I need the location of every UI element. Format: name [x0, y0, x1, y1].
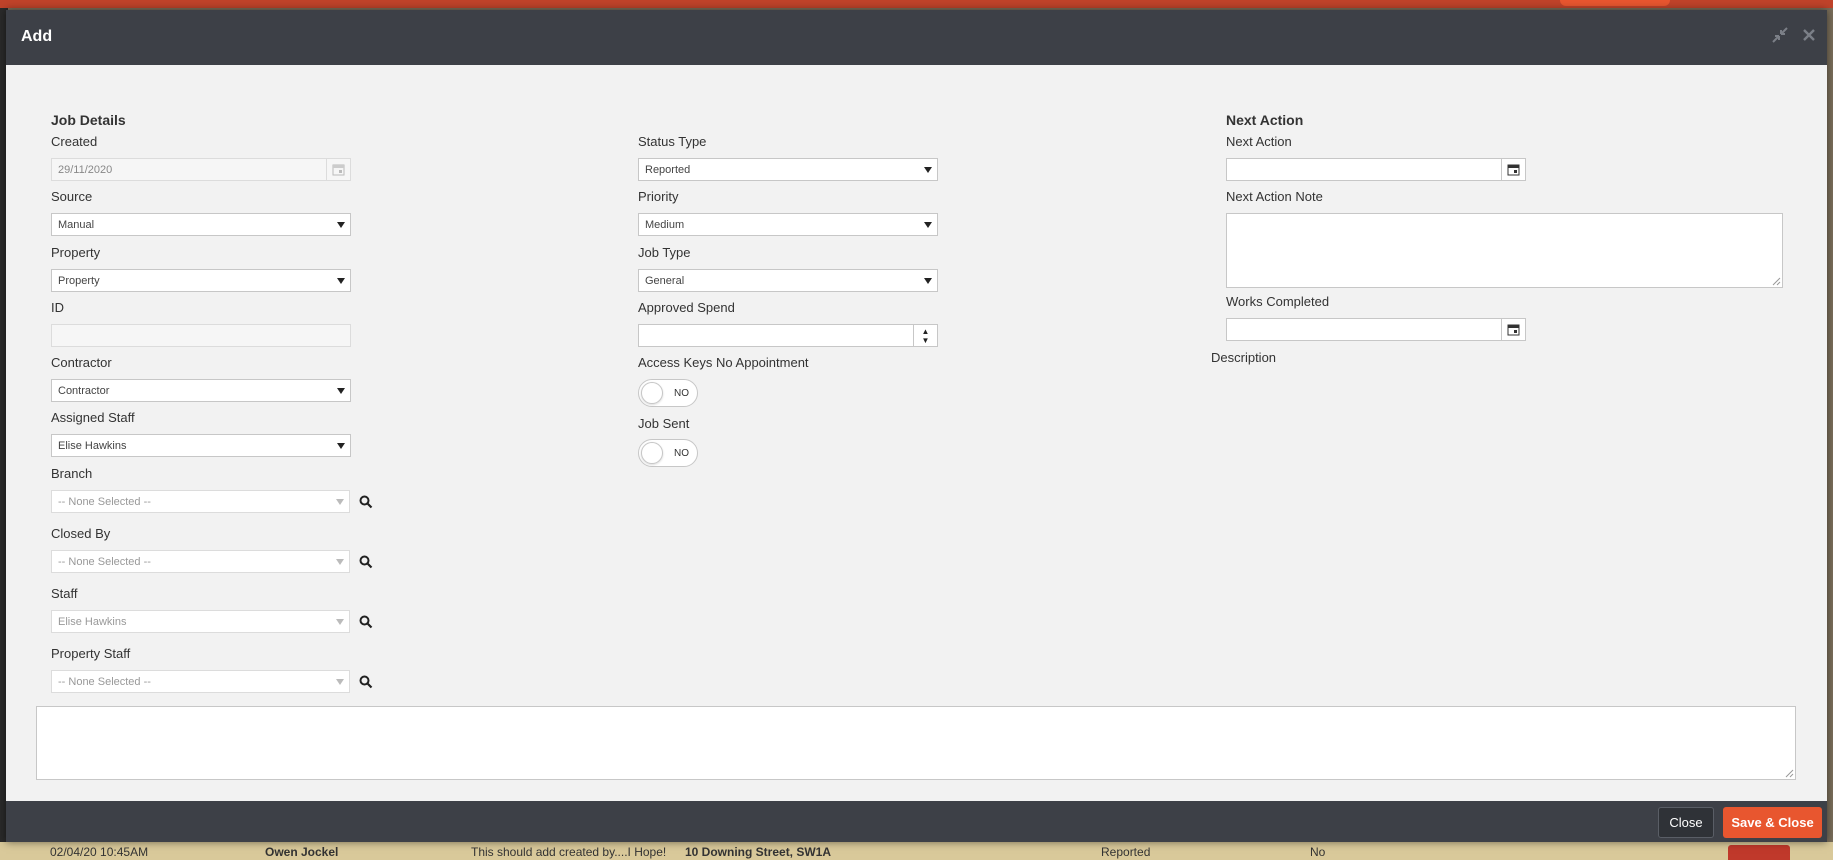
compress-icon[interactable] [1771, 26, 1789, 47]
property-select[interactable]: Property [51, 269, 351, 292]
assigned-staff-value: Elise Hawkins [58, 439, 127, 452]
created-date-field: 29/11/2020 [51, 158, 351, 181]
row-address: 10 Downing Street, SW1A [685, 845, 832, 859]
row-name: Owen Jockel [265, 845, 339, 859]
calendar-icon [326, 159, 350, 180]
toggle-knob [641, 382, 663, 404]
works-completed-label: Works Completed [1226, 294, 1330, 309]
contractor-label: Contractor [51, 355, 112, 370]
priority-label: Priority [638, 189, 679, 204]
next-action-note-textarea[interactable] [1226, 213, 1783, 288]
calendar-icon[interactable] [1501, 319, 1525, 340]
id-field [51, 324, 351, 347]
closed-by-label: Closed By [51, 526, 111, 541]
branch-value: -- None Selected -- [58, 495, 151, 508]
approved-spend-label: Approved Spend [638, 300, 735, 315]
access-keys-label: Access Keys No Appointment [638, 355, 809, 370]
save-and-close-button[interactable]: Save & Close [1723, 807, 1822, 838]
property-value: Property [58, 274, 100, 287]
job-sent-toggle[interactable]: NO [638, 439, 698, 467]
chevron-down-icon [337, 388, 345, 394]
id-label: ID [51, 300, 64, 315]
contractor-value: Contractor [58, 384, 110, 397]
works-completed-date-field[interactable] [1226, 318, 1526, 341]
chevron-down-icon [337, 443, 345, 449]
row-date: 02/04/20 10:45AM [50, 845, 149, 859]
property-staff-label: Property Staff [51, 646, 131, 661]
resize-handle-icon[interactable] [1772, 277, 1781, 286]
status-type-label: Status Type [638, 134, 707, 149]
chevron-down-icon [336, 679, 344, 685]
background-row-button [1728, 845, 1790, 860]
closed-by-value: -- None Selected -- [58, 555, 151, 568]
close-button[interactable]: Close [1658, 807, 1714, 838]
status-type-value: Reported [645, 163, 691, 176]
chevron-down-icon [924, 278, 932, 284]
source-select[interactable]: Manual [51, 213, 351, 236]
source-value: Manual [58, 218, 95, 231]
background-top-bar [0, 0, 1833, 8]
number-stepper[interactable]: ▲ ▼ [913, 325, 937, 346]
contractor-select[interactable]: Contractor [51, 379, 351, 402]
search-icon[interactable] [359, 495, 373, 509]
branch-label: Branch [51, 466, 93, 481]
background-action-button [1560, 0, 1670, 6]
calendar-icon[interactable] [1501, 159, 1525, 180]
chevron-down-icon [924, 222, 932, 228]
priority-value: Medium [645, 218, 685, 231]
search-icon[interactable] [359, 675, 373, 689]
job-type-select[interactable]: General [638, 269, 938, 292]
arrow-down-icon[interactable]: ▼ [922, 336, 930, 345]
property-staff-select[interactable]: -- None Selected -- [51, 670, 350, 693]
access-keys-toggle[interactable]: NO [638, 379, 698, 407]
row-flag: No [1310, 845, 1326, 859]
assigned-staff-select[interactable]: Elise Hawkins [51, 434, 351, 457]
property-label: Property [51, 245, 101, 260]
job-details-heading: Job Details [51, 112, 126, 128]
job-sent-label: Job Sent [638, 416, 690, 431]
branch-select[interactable]: -- None Selected -- [51, 490, 350, 513]
chevron-down-icon [336, 499, 344, 505]
search-icon[interactable] [359, 555, 373, 569]
toggle-knob [641, 442, 663, 464]
created-label: Created [51, 134, 98, 149]
staff-select[interactable]: Elise Hawkins [51, 610, 350, 633]
created-value: 29/11/2020 [58, 163, 113, 176]
add-job-dialog: Add Job Details Created 29/11/2020 Sourc… [6, 10, 1827, 842]
job-type-label: Job Type [638, 245, 691, 260]
priority-select[interactable]: Medium [638, 213, 938, 236]
chevron-down-icon [337, 278, 345, 284]
source-label: Source [51, 189, 93, 204]
arrow-up-icon[interactable]: ▲ [922, 327, 930, 336]
chevron-down-icon [337, 222, 345, 228]
dialog-footer [6, 801, 1827, 842]
dialog-title: Add [21, 28, 53, 45]
chevron-down-icon [924, 167, 932, 173]
resize-handle-icon[interactable] [1785, 769, 1794, 778]
row-status: Reported [1101, 845, 1151, 859]
staff-value: Elise Hawkins [58, 615, 127, 628]
toggle-state: NO [674, 388, 689, 399]
next-action-date-field[interactable] [1226, 158, 1526, 181]
toggle-state: NO [674, 448, 689, 459]
close-icon[interactable] [1802, 26, 1816, 45]
next-action-note-label: Next Action Note [1226, 189, 1323, 204]
dialog-header: Add [6, 10, 1827, 65]
chevron-down-icon [336, 559, 344, 565]
next-action-label: Next Action [1226, 134, 1292, 149]
assigned-staff-label: Assigned Staff [51, 410, 135, 425]
approved-spend-input[interactable]: ▲ ▼ [638, 324, 938, 347]
row-note: This should add created by....I Hope! [471, 845, 667, 859]
chevron-down-icon [336, 619, 344, 625]
description-label: Description [1211, 350, 1277, 365]
staff-label: Staff [51, 586, 78, 601]
closed-by-select[interactable]: -- None Selected -- [51, 550, 350, 573]
property-staff-value: -- None Selected -- [58, 675, 151, 688]
job-type-value: General [645, 274, 685, 287]
next-action-heading: Next Action [1226, 112, 1304, 128]
description-textarea[interactable] [36, 706, 1796, 780]
search-icon[interactable] [359, 615, 373, 629]
status-type-select[interactable]: Reported [638, 158, 938, 181]
background-table-row: 02/04/20 10:45AM Owen Jockel This should… [0, 842, 1833, 860]
